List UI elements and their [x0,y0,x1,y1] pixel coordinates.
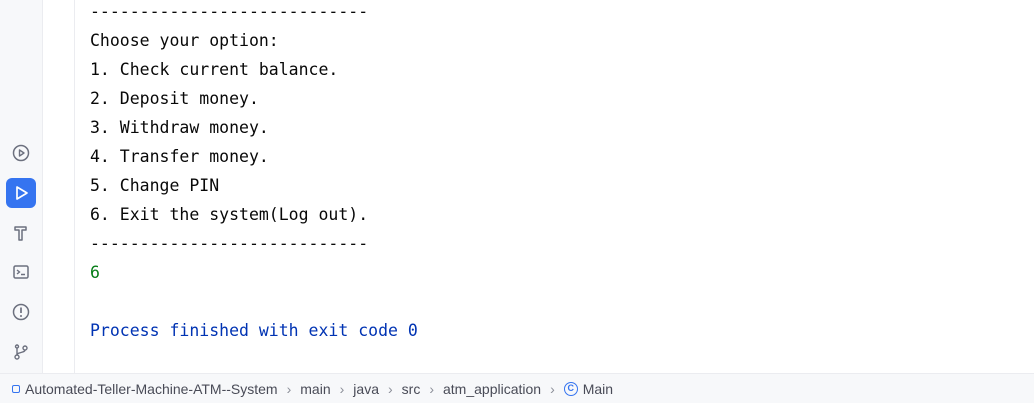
breadcrumb-src[interactable]: src [402,381,421,397]
chevron-right-icon: › [286,380,292,397]
breadcrumb: Automated-Teller-Machine-ATM--System › m… [0,373,1034,403]
console-line: 2. Deposit money. [90,89,259,108]
console-line: ---------------------------- [90,2,369,21]
console-line: 4. Transfer money. [90,147,269,166]
chevron-right-icon: › [387,380,393,397]
run-icon [16,186,28,200]
breadcrumb-class-label: Main [582,380,614,397]
console-line: 1. Check current balance. [90,60,339,79]
console-gutter [43,0,75,373]
console-line: 5. Change PIN [90,176,220,195]
breadcrumb-package[interactable]: atm_application [443,381,541,397]
chevron-right-icon: › [339,380,345,397]
console-output[interactable]: ---------------------------- Choose your… [90,0,1034,373]
git-button[interactable] [6,337,36,367]
build-icon [14,226,27,241]
git-icon [14,344,28,360]
chevron-right-icon: › [550,380,555,397]
services-button[interactable] [6,138,36,168]
breadcrumb-project-label: Automated-Teller-Machine-ATM--System [25,380,278,397]
module-icon [12,384,20,393]
console-line: 6. Exit the system(Log out). [90,205,369,224]
breadcrumb-project[interactable]: Automated-Teller-Machine-ATM--System [12,381,278,397]
class-icon: C [563,381,578,396]
terminal-icon [13,265,29,279]
console-line: 3. Withdraw money. [90,118,269,137]
problems-button[interactable] [6,297,36,327]
chevron-right-icon: › [429,380,434,397]
terminal-button[interactable] [6,257,36,287]
problems-icon [12,303,30,321]
breadcrumb-main[interactable]: main [300,381,330,397]
console-line: Choose your option: [90,31,279,50]
breadcrumb-java[interactable]: java [353,381,379,397]
console-user-input: 6 [90,263,100,282]
build-button[interactable] [6,218,36,248]
tool-window-strip [0,0,43,373]
process-exit-message: Process finished with exit code 0 [90,321,418,340]
breadcrumb-class[interactable]: C Main [563,380,614,397]
run-button[interactable] [6,178,36,208]
console-line: ---------------------------- [90,234,369,253]
services-icon [12,144,30,162]
